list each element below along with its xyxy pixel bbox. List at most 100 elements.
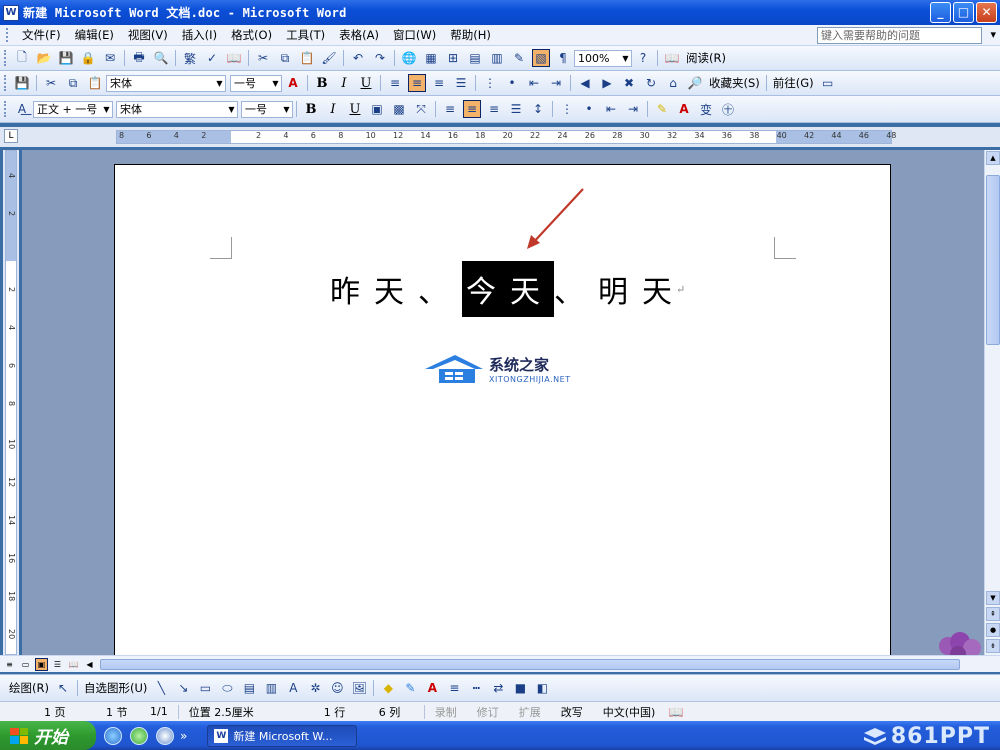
selected-text[interactable]: 今天 (462, 261, 554, 317)
cut-icon[interactable]: ✂ (42, 74, 60, 92)
decrease-indent-icon[interactable]: ⇤ (525, 74, 543, 92)
oval-icon[interactable]: ⬭ (218, 679, 236, 697)
align-center-icon[interactable]: ≡ (463, 100, 481, 118)
spelling-icon[interactable]: ✓ (203, 49, 221, 67)
numbering-icon[interactable]: ⋮ (558, 100, 576, 118)
menu-table[interactable]: 表格(A) (332, 27, 386, 43)
underline-icon[interactable]: U (346, 100, 364, 118)
autoshapes-menu[interactable]: 自选图形(U) (84, 680, 147, 696)
bold-icon[interactable]: B (302, 100, 320, 118)
web-layout-view-icon[interactable]: ▭ (19, 658, 32, 671)
email-icon[interactable]: ✉ (101, 49, 119, 67)
align-center-icon[interactable]: ≡ (408, 74, 426, 92)
font-color-icon[interactable]: A (423, 679, 441, 697)
taskbar-word-item[interactable]: W 新建 Microsoft W... (207, 724, 358, 747)
web-back-icon[interactable]: ◀ (576, 74, 594, 92)
char-scale-icon[interactable]: ⤧ (412, 100, 430, 118)
save-icon[interactable]: 💾 (13, 74, 31, 92)
chevron-down-icon[interactable]: ▼ (214, 79, 225, 88)
toolbar-grip[interactable] (4, 101, 7, 117)
document-map-icon[interactable]: ▧ (532, 49, 550, 67)
phonetic-guide-icon[interactable]: 变 (697, 100, 715, 118)
align-right-icon[interactable]: ≡ (430, 74, 448, 92)
enclose-char-icon[interactable]: ㊉ (719, 100, 737, 118)
print-layout-view-icon[interactable]: ▣ (35, 657, 48, 671)
select-browse-object-icon[interactable]: ● (986, 623, 1000, 637)
align-left-icon[interactable]: ≡ (386, 74, 404, 92)
char-shading-icon[interactable]: ▩ (390, 100, 408, 118)
menu-file[interactable]: 文件(F) (15, 27, 68, 43)
draw-menu[interactable]: 绘图(R) (9, 680, 49, 696)
underline-icon[interactable]: U (357, 74, 375, 92)
menu-window[interactable]: 窗口(W) (386, 27, 443, 43)
permission-icon[interactable]: 🔒 (79, 49, 97, 67)
show-web-toolbar-icon[interactable]: ▭ (819, 74, 837, 92)
reading-layout-view-icon[interactable]: 📖 (67, 658, 80, 671)
save-icon[interactable]: 💾 (57, 49, 75, 67)
dash-style-icon[interactable]: ┅ (467, 679, 485, 697)
style-select[interactable]: 正文 + 一号 ▼ (33, 100, 113, 118)
vertical-scrollbar[interactable]: ▲ ▼ ⇞ ● ⇟ (984, 150, 1000, 655)
tables-borders-icon[interactable]: ▦ (422, 49, 440, 67)
start-button[interactable]: 开始 (0, 721, 96, 750)
favorites-menu[interactable]: 收藏夹(S) (709, 75, 760, 91)
format-painter-icon[interactable]: 🖌 (320, 49, 338, 67)
justify-icon[interactable]: ☰ (452, 74, 470, 92)
align-left-icon[interactable]: ≡ (441, 100, 459, 118)
select-objects-icon[interactable]: ↖ (54, 679, 72, 697)
font-size-select[interactable]: 一号 ▼ (241, 100, 293, 118)
wordart-icon[interactable]: A (284, 679, 302, 697)
document-text-line[interactable]: 昨天、 今天 、明天 ↵ (330, 261, 685, 317)
paste-icon[interactable]: 📋 (86, 74, 104, 92)
help-dropdown-icon[interactable]: ▾ (990, 28, 996, 41)
3d-style-icon[interactable]: ◧ (533, 679, 551, 697)
justify-icon[interactable]: ☰ (507, 100, 525, 118)
menu-format[interactable]: 格式(O) (224, 27, 279, 43)
internet-explorer-icon[interactable] (104, 726, 122, 745)
insert-excel-icon[interactable]: ▤ (466, 49, 484, 67)
quicklaunch-app-icon[interactable] (130, 726, 148, 745)
help-search-input[interactable]: 键入需要帮助的问题 (817, 27, 982, 44)
line-icon[interactable]: ╲ (152, 679, 170, 697)
redo-icon[interactable]: ↷ (371, 49, 389, 67)
font-color-icon[interactable]: A (284, 74, 302, 92)
undo-icon[interactable]: ↶ (349, 49, 367, 67)
font-select[interactable]: 宋体 ▼ (116, 100, 238, 118)
text-box-icon[interactable]: ▤ (240, 679, 258, 697)
scroll-down-icon[interactable]: ▼ (986, 591, 1000, 605)
increase-indent-icon[interactable]: ⇥ (547, 74, 565, 92)
status-record[interactable]: 录制 (425, 704, 467, 720)
font-select[interactable]: 宋体 ▼ (106, 74, 226, 92)
horizontal-scroll-thumb[interactable] (100, 659, 960, 670)
show-hide-icon[interactable]: ¶ (554, 49, 572, 67)
copy-icon[interactable]: ⧉ (276, 49, 294, 67)
chevron-down-icon[interactable]: ▼ (270, 79, 281, 88)
drawing-icon[interactable]: ✎ (510, 49, 528, 67)
cut-icon[interactable]: ✂ (254, 49, 272, 67)
minimize-button[interactable]: _ (930, 2, 951, 23)
hyperlink-icon[interactable]: 🌐 (400, 49, 418, 67)
menu-tools[interactable]: 工具(T) (279, 27, 332, 43)
traditional-chinese-icon[interactable]: 繁 (181, 49, 199, 67)
previous-page-icon[interactable]: ⇞ (986, 607, 1000, 621)
quicklaunch-media-icon[interactable] (156, 726, 174, 745)
menu-insert[interactable]: 插入(I) (175, 27, 224, 43)
tab-selector[interactable]: L (4, 129, 18, 143)
vertical-scroll-thumb[interactable] (986, 175, 1000, 345)
horizontal-ruler[interactable]: 8 6 4 2 2 4 6 8 10 12 14 16 18 20 22 24 26 28 30 32 34 36 38 40… (116, 130, 896, 144)
vertical-ruler[interactable]: 4 2 2 4 6 8 10 12 14 16 18 20 (3, 150, 19, 655)
font-color-icon[interactable]: A (675, 100, 693, 118)
goto-menu[interactable]: 前往(G) (773, 75, 814, 91)
char-border-icon[interactable]: ▣ (368, 100, 386, 118)
quicklaunch-more-icon[interactable]: » (180, 729, 187, 743)
decrease-indent-icon[interactable]: ⇤ (602, 100, 620, 118)
line-spacing-icon[interactable]: ↕ (529, 100, 547, 118)
chevron-down-icon[interactable]: ▼ (281, 105, 292, 114)
fill-color-icon[interactable]: ◆ (379, 679, 397, 697)
print-preview-icon[interactable]: 🔍 (152, 49, 170, 67)
menu-edit[interactable]: 编辑(E) (68, 27, 121, 43)
print-icon[interactable]: 🖶 (130, 49, 148, 67)
font-size-select[interactable]: 一号 ▼ (230, 74, 282, 92)
next-page-icon[interactable]: ⇟ (986, 639, 1000, 653)
insert-table-icon[interactable]: ⊞ (444, 49, 462, 67)
